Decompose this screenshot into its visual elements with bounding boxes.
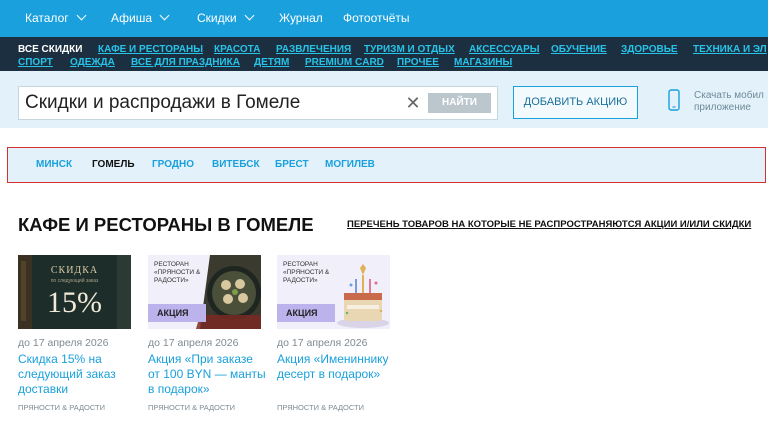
category-bar: ВСЕ СКИДКИ КАФЕ И РЕСТОРАНЫ КРАСОТА РАЗВ… [0, 37, 768, 71]
exclusions-link[interactable]: ПЕРЕЧЕНЬ ТОВАРОВ НА КОТОРЫЕ НЕ РАСПРОСТР… [347, 219, 751, 230]
promo-image[interactable]: СКИДКА по следующий заказ 15% [18, 255, 131, 329]
promo-image-label: РЕСТОРАН «ПРЯНОСТИ & РАДОСТИ» [283, 261, 330, 284]
close-icon[interactable]: ✕ [404, 93, 422, 113]
nav-discounts[interactable]: Скидки [197, 0, 255, 37]
promo-title[interactable]: Акция «При заказе от 100 BYN — манты в п… [148, 352, 266, 397]
promo-tag: АКЦИЯ [277, 304, 335, 322]
app-line-1: Скачать мобил [694, 90, 764, 101]
city-tab-brest[interactable]: БРЕСТ [275, 148, 309, 181]
search-box: Скидки и распродажи в Гомеле ✕ НАЙТИ [18, 86, 498, 120]
chevron-down-icon [244, 10, 255, 21]
app-download-link[interactable]: Скачать мобил приложение [694, 90, 764, 114]
category-tourism[interactable]: ТУРИЗМ И ОТДЫХ [364, 44, 455, 55]
category-health[interactable]: ЗДОРОВЬЕ [621, 44, 678, 55]
promo-image-label: РЕСТОРАН «ПРЯНОСТИ & РАДОСТИ» [154, 261, 201, 284]
promo-image-label: СКИДКА [50, 265, 99, 276]
app-line-2: приложение [694, 102, 751, 113]
category-shops[interactable]: МАГАЗИНЫ [454, 57, 512, 68]
chevron-down-icon [159, 10, 170, 21]
promo-image[interactable]: РЕСТОРАН «ПРЯНОСТИ & РАДОСТИ» АКЦИЯ [148, 255, 261, 329]
city-tab-vitebsk[interactable]: ВИТЕБСК [212, 148, 260, 181]
promo-shop: ПРЯНОСТИ & РАДОСТИ [18, 403, 106, 412]
promo-shop: ПРЯНОСТИ & РАДОСТИ [277, 403, 365, 412]
category-all-discounts[interactable]: ВСЕ СКИДКИ [18, 44, 82, 55]
city-tab-minsk[interactable]: МИНСК [36, 148, 72, 181]
nav-catalog[interactable]: Каталог [25, 0, 87, 37]
promo-tag: АКЦИЯ [148, 304, 206, 322]
city-tab-grodno[interactable]: ГРОДНО [152, 148, 194, 181]
category-clothes[interactable]: ОДЕЖДА [70, 57, 115, 68]
promo-shop: ПРЯНОСТИ & РАДОСТИ [148, 403, 236, 412]
category-premium-card[interactable]: PREMIUM CARD [305, 57, 384, 68]
page-title: КАФЕ И РЕСТОРАНЫ В ГОМЕЛЕ [18, 214, 314, 235]
search-input[interactable]: Скидки и распродажи в Гомеле [25, 87, 385, 119]
category-kids[interactable]: ДЕТЯМ [254, 57, 289, 68]
nav-photoreports[interactable]: Фотоотчёты [343, 0, 410, 37]
category-education[interactable]: ОБУЧЕНИЕ [551, 44, 607, 55]
category-holiday[interactable]: ВСЕ ДЛЯ ПРАЗДНИКА [131, 57, 240, 68]
promo-image-percent: 15% [47, 286, 102, 319]
promo-image-sub: по следующий заказ [50, 278, 99, 284]
chevron-down-icon [76, 10, 87, 21]
promo-title[interactable]: Скидка 15% на следующий заказ доставки [18, 352, 136, 397]
nav-discounts-label: Скидки [197, 11, 237, 25]
category-other[interactable]: ПРОЧЕЕ [397, 57, 439, 68]
category-beauty[interactable]: КРАСОТА [214, 44, 260, 55]
promo-date: до 17 апреля 2026 [148, 337, 239, 349]
nav-catalog-label: Каталог [25, 11, 69, 25]
add-promo-button[interactable]: ДОБАВИТЬ АКЦИЮ [513, 86, 638, 119]
nav-journal[interactable]: Журнал [279, 0, 323, 37]
promo-image[interactable]: РЕСТОРАН «ПРЯНОСТИ & РАДОСТИ» АКЦИЯ [277, 255, 390, 329]
top-nav: Каталог Афиша Скидки Журнал Фотоотчёты [0, 0, 768, 37]
city-selector: МИНСК ГОМЕЛЬ ГРОДНО ВИТЕБСК БРЕСТ МОГИЛЕ… [7, 147, 766, 183]
search-area: Скидки и распродажи в Гомеле ✕ НАЙТИ ДОБ… [0, 71, 768, 128]
search-button[interactable]: НАЙТИ [428, 93, 491, 113]
city-tab-gomel[interactable]: ГОМЕЛЬ [92, 148, 135, 181]
nav-afisha[interactable]: Афиша [111, 0, 170, 37]
promo-title[interactable]: Акция «Имениннику десерт в подарок» [277, 352, 395, 382]
promo-date: до 17 апреля 2026 [277, 337, 368, 349]
nav-afisha-label: Афиша [111, 11, 153, 25]
phone-icon [668, 89, 680, 111]
city-tab-mogilev[interactable]: МОГИЛЕВ [325, 148, 375, 181]
category-entertainment[interactable]: РАЗВЛЕЧЕНИЯ [276, 44, 351, 55]
category-electronics[interactable]: ТЕХНИКА И ЭЛ [693, 44, 767, 55]
category-accessories[interactable]: АКСЕССУАРЫ [469, 44, 540, 55]
category-cafes[interactable]: КАФЕ И РЕСТОРАНЫ [98, 44, 203, 55]
promo-date: до 17 апреля 2026 [18, 337, 109, 349]
category-sport[interactable]: СПОРТ [18, 57, 53, 68]
